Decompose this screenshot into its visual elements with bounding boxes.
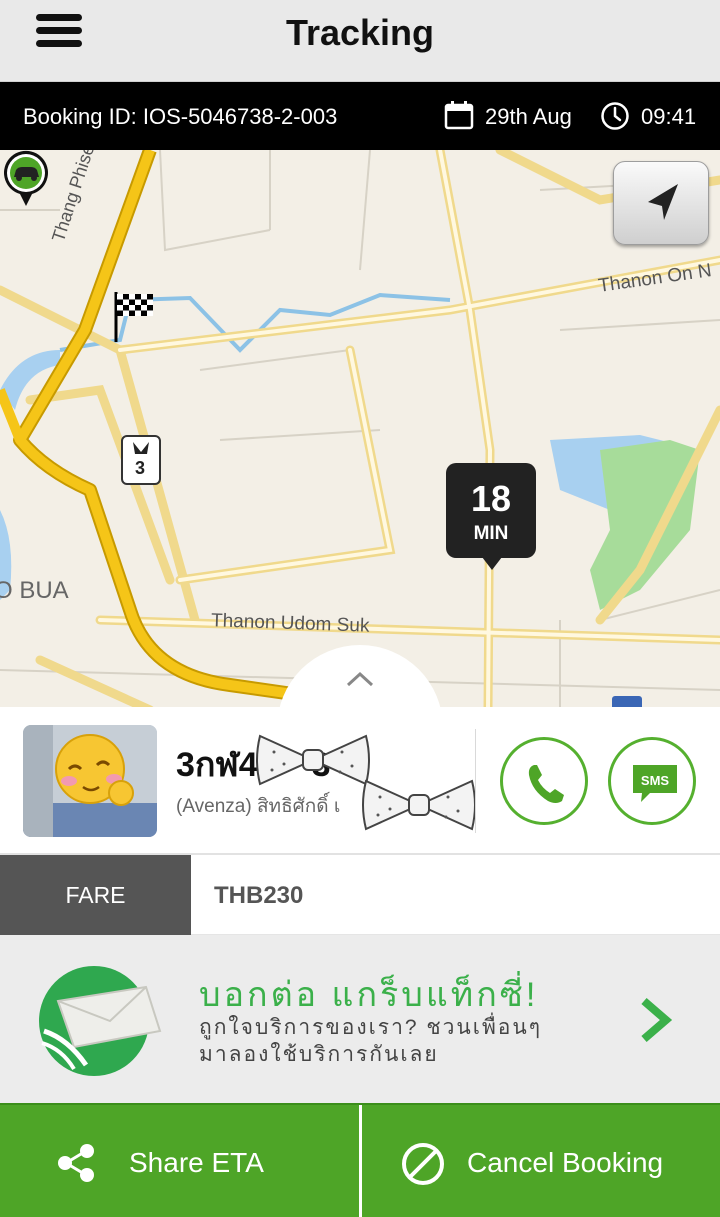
- eta-value: 18: [470, 478, 512, 519]
- envelope-logo-icon: [39, 966, 162, 1076]
- share-eta-label: Share ETA: [129, 1147, 264, 1178]
- park-shape: [590, 440, 700, 610]
- clock-icon: [601, 102, 629, 130]
- avatar-photo: [23, 725, 157, 837]
- fare-label: FARE: [0, 855, 191, 935]
- tracking-screen: Tracking Booking ID: IOS-5046738-2-003 2…: [0, 0, 720, 1217]
- bow-sticker-icon: [362, 779, 476, 831]
- booking-id: Booking ID: IOS-5046738-2-003: [23, 104, 338, 129]
- area-label: O BUA: [0, 577, 69, 604]
- fare-value: THB230: [214, 882, 304, 909]
- hamburger-menu-icon[interactable]: [36, 14, 82, 48]
- bottom-action-bar: Share ETA Cancel Booking: [0, 1103, 720, 1217]
- calendar-icon: [444, 101, 474, 130]
- sms-icon: SMS: [633, 765, 677, 802]
- promo-line-2: มาลองใช้บริการกันเลย: [199, 1043, 439, 1066]
- taxi-marker-icon[interactable]: [0, 150, 52, 208]
- cancel-booking-button[interactable]: Cancel Booking: [362, 1105, 720, 1217]
- driver-avatar: [23, 725, 157, 837]
- chevron-right-icon: [641, 997, 673, 1043]
- eta-unit: MIN: [473, 523, 509, 544]
- cancel-booking-label: Cancel Booking: [467, 1147, 664, 1178]
- driver-card-divider: [475, 729, 476, 833]
- booking-time: 09:41: [641, 104, 697, 129]
- booking-info-bar: Booking ID: IOS-5046738-2-003 29th Aug 0…: [0, 82, 720, 150]
- sms-label: SMS: [641, 773, 670, 788]
- fare-row: FARE THB230: [0, 855, 720, 935]
- bow-sticker-icon: [256, 734, 370, 786]
- sms-driver-button[interactable]: SMS: [608, 737, 696, 825]
- navigation-arrow-icon: [648, 184, 678, 220]
- share-eta-button[interactable]: Share ETA: [0, 1105, 359, 1217]
- booking-date: 29th Aug: [485, 104, 572, 129]
- eta-bubble: 18 MIN: [446, 463, 536, 570]
- top-nav-bar: Tracking: [0, 0, 720, 82]
- driver-name: (Avenza) สิทธิศักดิ์ เ: [176, 796, 341, 817]
- my-location-button[interactable]: [613, 161, 709, 245]
- driver-card: 3กฬ43 (Avenza) สิทธิศักดิ์ เ SMS: [0, 707, 720, 855]
- chevron-up-icon: [346, 671, 374, 687]
- phone-icon: [528, 765, 564, 803]
- referral-promo-banner[interactable]: บอกต่อ แกร็บแท็กซี่! ถูกใจบริการของเรา? …: [0, 935, 720, 1103]
- share-icon: [58, 1144, 94, 1182]
- page-title: Tracking: [285, 12, 435, 53]
- route-shield-number: 3: [135, 458, 146, 478]
- map-view[interactable]: Thang Phiset Chalo Thanon On N Thanon Ud…: [0, 150, 720, 710]
- call-driver-button[interactable]: [500, 737, 588, 825]
- cancel-icon: [402, 1143, 444, 1185]
